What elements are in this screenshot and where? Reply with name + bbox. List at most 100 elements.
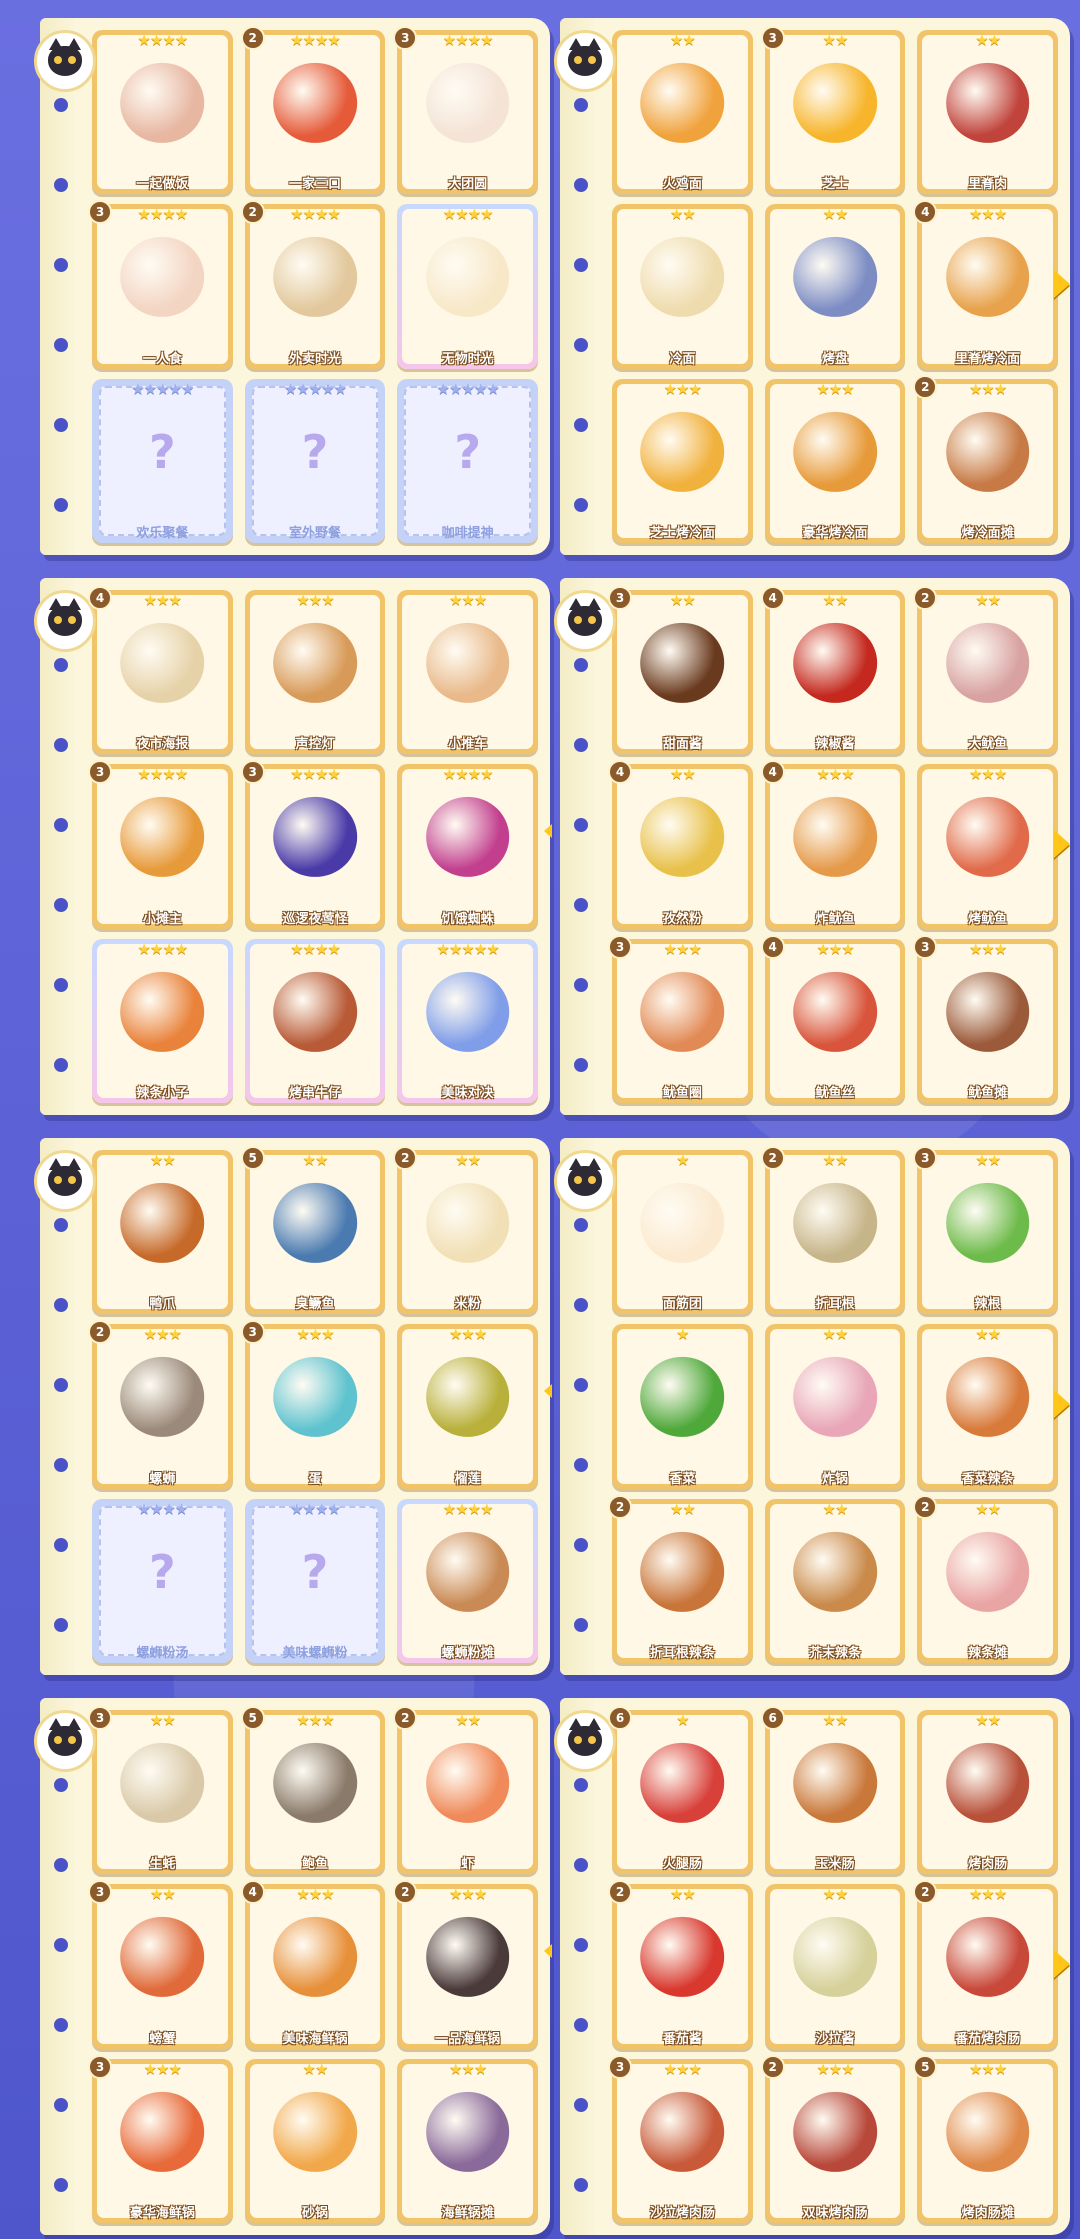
card-name: 豪华烤冷面 (802, 525, 868, 541)
collection-card[interactable]: ★★ 冷面 (612, 204, 753, 369)
collection-card[interactable]: ★★★ 4 夜市海报 (88, 586, 233, 755)
collection-card[interactable]: ★★★★ 无物时光 (397, 204, 538, 369)
collection-card[interactable]: ★★ 5 臭鳜鱼 (240, 1146, 386, 1315)
collection-card[interactable]: ★★★★ 3 大团圆 (393, 26, 538, 195)
food-illustration-icon (273, 2091, 357, 2172)
collection-card[interactable]: ★★★★ 2 一家三口 (240, 26, 386, 195)
collection-card[interactable]: ★★ 鸭爪 (92, 1150, 233, 1315)
collection-card[interactable]: ★★★★ 饥饿蜘蛛 (397, 764, 538, 929)
card-name: 大团圆 (448, 177, 488, 193)
collection-card[interactable]: ★★★ 芝士烤冷面 (612, 378, 753, 543)
collection-card[interactable]: ★★★ 4 美味海鲜锅 (240, 1880, 386, 2049)
collection-card[interactable]: ★★ 6 玉米肠 (760, 1706, 906, 1875)
collection-card[interactable]: ★★★ 3 鱿鱼圈 (608, 934, 753, 1103)
collection-card[interactable]: ★★ 火鸡面 (612, 30, 753, 195)
prev-page-tab-icon[interactable] (544, 1944, 552, 1958)
collection-card[interactable]: ★★★ 豪华烤冷面 (764, 378, 906, 543)
collection-card[interactable]: ★★ 里脊肉 (917, 30, 1058, 195)
collection-card[interactable]: ★★★★ 螺蛳粉摊 (397, 1498, 538, 1663)
collection-card[interactable]: ★★★ 3 豪华海鲜锅 (88, 2054, 233, 2223)
locked-card[interactable]: ? ★★★★★ 咖啡提神 (397, 378, 538, 543)
collection-card[interactable]: ★★★ 烤鱿鱼 (917, 764, 1058, 929)
locked-card[interactable]: ? ★★★★ 螺蛳粉汤 (92, 1498, 233, 1663)
collection-card[interactable]: ★★ 2 折耳根辣条 (608, 1494, 753, 1663)
collection-card[interactable]: ★★ 烤肉肠 (917, 1710, 1058, 1875)
collection-card[interactable]: ★★ 2 番茄酱 (608, 1880, 753, 2049)
collection-card[interactable]: ★★ 炸锅 (764, 1324, 906, 1489)
collection-card[interactable]: ★★★ 4 鱿鱼丝 (760, 934, 906, 1103)
collection-card[interactable]: ★★ 3 甜面酱 (608, 586, 753, 755)
locked-card[interactable]: ? ★★★★ 美味螺蛳粉 (244, 1498, 386, 1663)
collection-card[interactable]: ★★★★ 辣条小子 (92, 938, 233, 1103)
collection-card[interactable]: ★★★ 3 沙拉烤肉肠 (608, 2054, 753, 2223)
collection-card[interactable]: ★★★ 5 鲍鱼 (240, 1706, 386, 1875)
food-illustration-icon (793, 237, 877, 318)
count-badge: 2 (608, 1494, 632, 1519)
star-rating: ★★★★ (290, 765, 341, 784)
next-page-arrow-icon[interactable] (1054, 1390, 1070, 1418)
collection-card[interactable]: ★★ 2 虾 (393, 1706, 538, 1875)
collection-card[interactable]: ★ 香菜 (612, 1324, 753, 1489)
collection-card[interactable]: ★★★★ 3 一人食 (88, 200, 233, 369)
collection-card[interactable]: ★★★ 2 螺蛳 (88, 1320, 233, 1489)
card-name: 一家三口 (288, 177, 341, 193)
food-illustration-icon (640, 1742, 725, 1824)
collection-card[interactable]: ★★ 2 折耳根 (760, 1146, 906, 1315)
collection-card[interactable]: ★★★★ 2 外卖时光 (240, 200, 386, 369)
collection-card[interactable]: ★★★ 2 双味烤肉肠 (760, 2054, 906, 2223)
collection-card[interactable]: ★★★ 2 一品海鲜锅 (393, 1880, 538, 2049)
next-page-arrow-icon[interactable] (1054, 1950, 1070, 1978)
collection-card[interactable]: ★★★★ 一起做饭 (92, 30, 233, 195)
collection-card[interactable]: ★★ 4 孜然粉 (608, 760, 753, 929)
collection-card[interactable]: ★★ 4 辣椒酱 (760, 586, 906, 755)
collection-card[interactable]: ★★★★ 3 小摊主 (88, 760, 233, 929)
next-page-arrow-icon[interactable] (1054, 830, 1070, 858)
count-badge: 2 (240, 200, 265, 225)
collection-card[interactable]: ★★★ 5 烤肉肠摊 (913, 2054, 1058, 2223)
collection-card[interactable]: ★★ 沙拉酱 (764, 1884, 906, 2049)
collection-card[interactable]: ★★★ 海鲜锅摊 (397, 2058, 538, 2223)
prev-page-tab-icon[interactable] (544, 824, 552, 838)
card-name: 美味螺蛳粉 (282, 1645, 348, 1661)
collection-card[interactable]: ★★★★ 烤串牛仔 (244, 938, 386, 1103)
card-face (617, 1715, 748, 1870)
collection-card[interactable]: ★★ 香菜辣条 (917, 1324, 1058, 1489)
star-rating: ★★★ (968, 205, 1007, 224)
collection-card[interactable]: ★★ 芥末辣条 (764, 1498, 906, 1663)
collection-card[interactable]: ★★★ 4 里脊烤冷面 (913, 200, 1058, 369)
collection-card[interactable]: ★★ 2 米粉 (393, 1146, 538, 1315)
collection-card[interactable]: ★★★ 小推车 (397, 590, 538, 755)
collection-card[interactable]: ★★★★★ 美味对决 (397, 938, 538, 1103)
card-face (769, 943, 901, 1098)
collection-card[interactable]: ★★★ 2 烤冷面摊 (913, 374, 1058, 543)
collection-card[interactable]: ★★ 3 辣根 (913, 1146, 1058, 1315)
collection-card[interactable]: ★ 面筋团 (612, 1150, 753, 1315)
collection-card[interactable]: ★★★ 3 蛋 (240, 1320, 386, 1489)
collection-card[interactable]: ★★ 烤盘 (764, 204, 906, 369)
collection-card[interactable]: ★★★ 4 炸鱿鱼 (760, 760, 906, 929)
star-rating: ★★ (822, 1325, 849, 1344)
star-rating: ★★ (455, 1711, 481, 1729)
collection-card[interactable]: ★★★ 3 鱿鱼摊 (913, 934, 1058, 1103)
collection-card[interactable]: ★★★ 2 番茄烤肉肠 (913, 1880, 1058, 2049)
card-face (249, 35, 381, 190)
collection-card[interactable]: ★★★ 榴莲 (397, 1324, 538, 1489)
collection-card[interactable]: ★★ 2 大鱿鱼 (913, 586, 1058, 755)
next-page-arrow-icon[interactable] (1054, 270, 1070, 298)
collection-card[interactable]: ★★ 3 芝士 (760, 26, 906, 195)
collection-card[interactable]: ★★★★ 3 巡逻夜莺怪 (240, 760, 386, 929)
collection-card[interactable]: ★ 6 火腿肠 (608, 1706, 753, 1875)
collection-card[interactable]: ★★ 3 螃蟹 (88, 1880, 233, 2049)
card-face (769, 769, 901, 924)
collection-card[interactable]: ★★★ 声控灯 (244, 590, 386, 755)
locked-card[interactable]: ? ★★★★★ 室外野餐 (244, 378, 386, 543)
food-illustration-icon (273, 1742, 357, 1824)
locked-card[interactable]: ? ★★★★★ 欢乐聚餐 (92, 378, 233, 543)
card-name: 番茄烤肉肠 (955, 2031, 1021, 2047)
cat-mascot-icon (554, 30, 616, 92)
collection-card[interactable]: ★★ 砂锅 (244, 2058, 386, 2223)
collection-card[interactable]: ★★ 3 生蚝 (88, 1706, 233, 1875)
card-name: 榴莲 (454, 1471, 481, 1487)
prev-page-tab-icon[interactable] (544, 1384, 552, 1398)
collection-card[interactable]: ★★ 2 辣条摊 (913, 1494, 1058, 1663)
